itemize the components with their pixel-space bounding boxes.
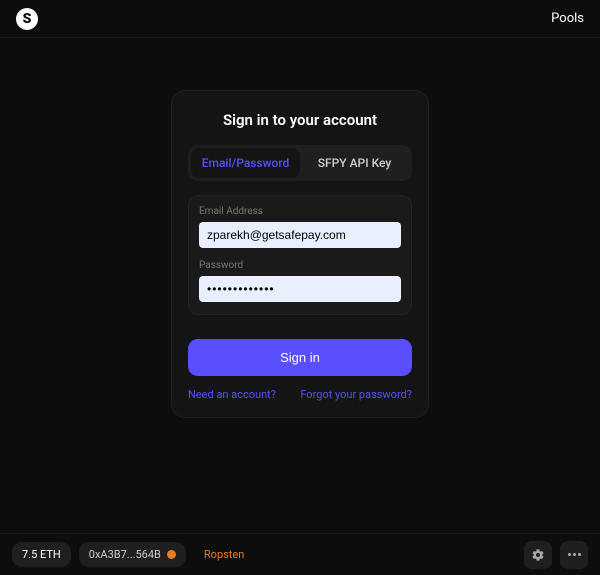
signin-button[interactable]: Sign in: [188, 339, 412, 376]
fields-box: Email Address Password: [188, 195, 412, 315]
nav-pools[interactable]: Pools: [551, 11, 584, 26]
address-pill[interactable]: 0xA3B7...564B: [79, 542, 186, 567]
auth-tabs: Email/Password SFPY API Key: [188, 145, 412, 181]
ellipsis-icon: [568, 553, 581, 556]
tab-email-password[interactable]: Email/Password: [191, 148, 300, 178]
email-label: Email Address: [199, 206, 401, 217]
email-field[interactable]: [199, 222, 401, 248]
balance-text: 7.5 ETH: [22, 548, 61, 561]
tab-api-key[interactable]: SFPY API Key: [300, 148, 409, 178]
need-account-link[interactable]: Need an account?: [188, 388, 276, 401]
signin-card: Sign in to your account Email/Password S…: [171, 90, 429, 418]
password-field[interactable]: [199, 276, 401, 302]
network-label: Ropsten: [204, 548, 244, 561]
bottombar: 7.5 ETH 0xA3B7...564B Ropsten: [0, 533, 600, 575]
forgot-password-link[interactable]: Forgot your password?: [300, 388, 412, 401]
password-label: Password: [199, 260, 401, 271]
status-dot-icon: [167, 550, 176, 559]
gear-icon: [531, 548, 545, 562]
settings-button[interactable]: [524, 541, 552, 569]
signin-title: Sign in to your account: [188, 111, 412, 129]
more-button[interactable]: [560, 541, 588, 569]
balance-pill[interactable]: 7.5 ETH: [12, 542, 71, 567]
app-logo[interactable]: S: [16, 8, 38, 30]
topbar: S Pools: [0, 0, 600, 38]
links-row: Need an account? Forgot your password?: [188, 388, 412, 401]
address-text: 0xA3B7...564B: [89, 548, 161, 561]
